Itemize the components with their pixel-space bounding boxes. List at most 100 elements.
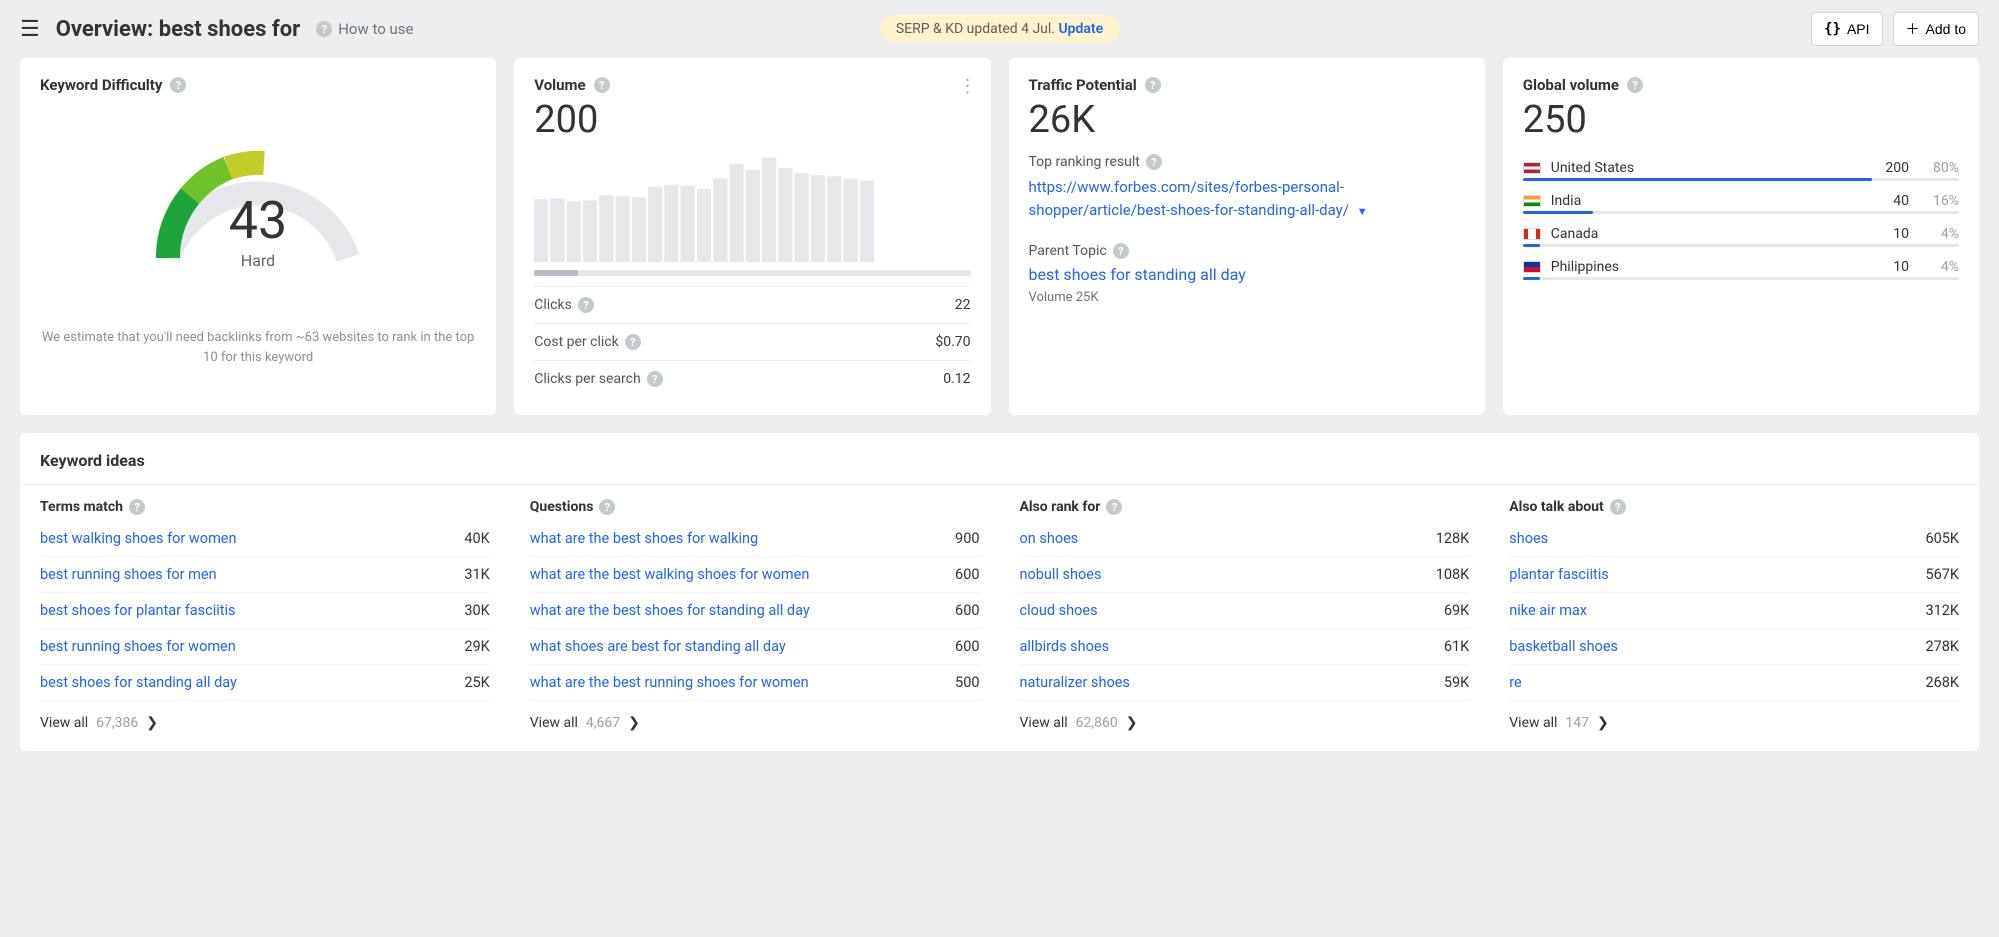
idea-keyword[interactable]: best running shoes for women	[40, 638, 236, 655]
global-volume-row[interactable]: United States 200 80%	[1523, 152, 1959, 178]
gv-country: Canada	[1551, 226, 1859, 242]
idea-keyword[interactable]: what shoes are best for standing all day	[530, 638, 786, 655]
menu-icon[interactable]: ☰	[20, 17, 40, 42]
chevron-right-icon: ❯	[1126, 715, 1138, 731]
view-all-link[interactable]: View all 4,667 ❯	[530, 715, 980, 731]
view-all-label: View all	[1509, 715, 1557, 731]
idea-keyword[interactable]: best running shoes for men	[40, 566, 217, 583]
api-label: API	[1847, 21, 1870, 37]
help-icon: ?	[316, 21, 332, 37]
keyword-ideas-panel: Keyword ideas Terms match ? best walking…	[20, 433, 1979, 751]
idea-keyword[interactable]: cloud shoes	[1020, 602, 1098, 619]
idea-keyword[interactable]: basketball shoes	[1509, 638, 1618, 655]
idea-keyword[interactable]: nobull shoes	[1020, 566, 1102, 583]
ideas-title: Keyword ideas	[20, 451, 1979, 474]
volume-title: Volume	[534, 76, 585, 94]
how-to-use-link[interactable]: ? How to use	[316, 20, 413, 38]
ideas-column: Also talk about ? shoes 605K plantar fas…	[1489, 485, 1979, 731]
help-icon[interactable]: ?	[625, 334, 641, 350]
ideas-col-title: Terms match	[40, 499, 123, 515]
idea-keyword[interactable]: shoes	[1509, 530, 1548, 547]
tp-value: 26K	[1029, 98, 1465, 142]
idea-volume: 29K	[464, 638, 489, 655]
keyword-difficulty-card: Keyword Difficulty ? 43 Hard We estimate…	[20, 58, 496, 415]
idea-volume: 312K	[1925, 602, 1959, 619]
idea-volume: 40K	[464, 530, 489, 547]
cpc-value: $0.70	[935, 334, 970, 350]
add-to-button[interactable]: ＋ Add to	[1893, 12, 1979, 46]
ideas-col-title: Questions	[530, 499, 594, 515]
global-volume-row[interactable]: India 40 16%	[1523, 185, 1959, 211]
kd-gauge: 43 Hard	[40, 108, 476, 288]
help-icon[interactable]: ?	[599, 499, 615, 515]
idea-keyword[interactable]: best walking shoes for women	[40, 530, 237, 547]
gv-val: 40	[1869, 193, 1909, 209]
help-icon[interactable]: ?	[647, 371, 663, 387]
idea-volume: 69K	[1444, 602, 1469, 619]
help-icon[interactable]: ?	[1106, 499, 1122, 515]
help-icon[interactable]: ?	[594, 77, 610, 93]
help-icon[interactable]: ?	[1627, 77, 1643, 93]
idea-row: shoes 605K	[1509, 521, 1959, 557]
how-to-use-label: How to use	[338, 20, 413, 38]
update-link[interactable]: Update	[1058, 21, 1103, 37]
idea-keyword[interactable]: what are the best walking shoes for wome…	[530, 566, 810, 583]
help-icon[interactable]: ?	[578, 297, 594, 313]
page-header: ☰ Overview: best shoes for ? How to use …	[0, 0, 1999, 58]
idea-keyword[interactable]: nike air max	[1509, 602, 1587, 619]
idea-keyword[interactable]: best shoes for plantar fasciitis	[40, 602, 236, 619]
volume-value: 200	[534, 98, 970, 142]
api-button[interactable]: {} API	[1811, 12, 1882, 46]
global-volume-row[interactable]: Philippines 10 4%	[1523, 251, 1959, 277]
idea-volume: 61K	[1444, 638, 1469, 655]
cpc-label: Cost per click	[534, 334, 618, 350]
idea-keyword[interactable]: what are the best shoes for standing all…	[530, 602, 810, 619]
more-icon[interactable]: ⋮	[959, 76, 977, 97]
idea-volume: 25K	[464, 674, 489, 691]
plus-icon: ＋	[1906, 19, 1920, 39]
idea-keyword[interactable]: plantar fasciitis	[1509, 566, 1609, 583]
kd-title: Keyword Difficulty	[40, 76, 162, 94]
code-icon: {}	[1824, 21, 1841, 37]
chevron-right-icon: ❯	[146, 715, 158, 731]
help-icon[interactable]: ?	[170, 77, 186, 93]
view-all-count: 147	[1565, 715, 1589, 731]
idea-keyword[interactable]: what are the best shoes for walking	[530, 530, 758, 547]
parent-topic-link[interactable]: best shoes for standing all day	[1029, 265, 1246, 284]
clicks-label: Clicks	[534, 297, 572, 313]
help-icon[interactable]: ?	[1146, 154, 1162, 170]
help-icon[interactable]: ?	[1113, 243, 1129, 259]
idea-keyword[interactable]: on shoes	[1020, 530, 1079, 547]
view-all-link[interactable]: View all 62,860 ❯	[1020, 715, 1470, 731]
cps-label: Clicks per search	[534, 371, 640, 387]
caret-down-icon[interactable]: ▼	[1357, 205, 1368, 218]
idea-row: re 268K	[1509, 665, 1959, 701]
idea-keyword[interactable]: best shoes for standing all day	[40, 674, 237, 691]
help-icon[interactable]: ?	[1610, 499, 1626, 515]
gv-pct: 16%	[1919, 193, 1959, 209]
idea-volume: 567K	[1925, 566, 1959, 583]
gv-country: Philippines	[1551, 259, 1859, 275]
idea-row: best walking shoes for women 40K	[40, 521, 490, 557]
gv-bar	[1523, 277, 1959, 280]
gv-val: 10	[1869, 226, 1909, 242]
idea-keyword[interactable]: re	[1509, 674, 1521, 691]
global-volume-row[interactable]: Canada 10 4%	[1523, 218, 1959, 244]
idea-keyword[interactable]: allbirds shoes	[1020, 638, 1110, 655]
idea-keyword[interactable]: naturalizer shoes	[1020, 674, 1130, 691]
view-all-link[interactable]: View all 67,386 ❯	[40, 715, 490, 731]
idea-volume: 59K	[1444, 674, 1469, 691]
chevron-right-icon: ❯	[1597, 715, 1609, 731]
ideas-column: Terms match ? best walking shoes for wom…	[20, 485, 510, 731]
kd-note: We estimate that you'll need backlinks f…	[40, 328, 476, 367]
volume-scrollbar[interactable]	[534, 270, 970, 276]
view-all-label: View all	[40, 715, 88, 731]
idea-row: allbirds shoes 61K	[1020, 629, 1470, 665]
view-all-link[interactable]: View all 147 ❯	[1509, 715, 1959, 731]
top-rank-url[interactable]: https://www.forbes.com/sites/forbes-pers…	[1029, 178, 1349, 219]
idea-keyword[interactable]: what are the best running shoes for wome…	[530, 674, 809, 691]
help-icon[interactable]: ?	[129, 499, 145, 515]
top-rank-label: Top ranking result	[1029, 154, 1140, 170]
idea-row: basketball shoes 278K	[1509, 629, 1959, 665]
help-icon[interactable]: ?	[1145, 77, 1161, 93]
